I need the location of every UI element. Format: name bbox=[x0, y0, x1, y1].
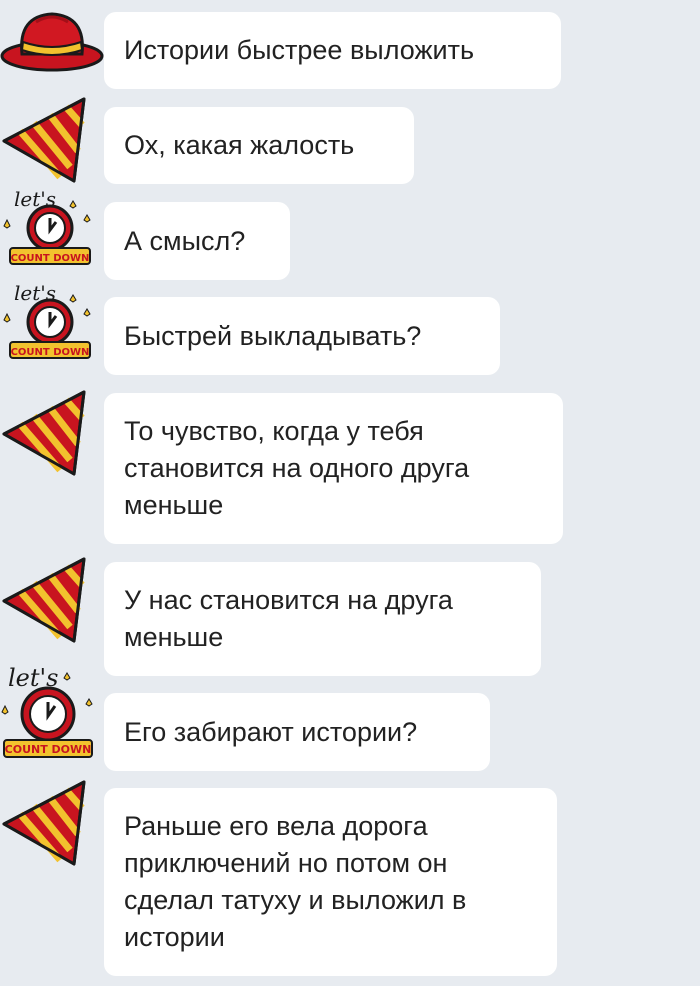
message-text: То чувство, когда у тебя становится на о… bbox=[124, 416, 470, 520]
message-bubble[interactable]: Ох, какая жалость bbox=[104, 107, 414, 184]
message-bubble[interactable]: Истории быстрее выложить bbox=[104, 12, 561, 89]
message-text: Его забирают истории? bbox=[124, 716, 418, 747]
message-text: Раньше его вела дорога приключений но по… bbox=[124, 811, 467, 952]
message-bubble[interactable]: У нас становится на друга меньше bbox=[104, 562, 541, 676]
party-streamer-icon bbox=[2, 780, 86, 866]
red-hat-icon bbox=[0, 12, 104, 72]
party-streamer-icon bbox=[2, 557, 86, 643]
countdown-clock-icon: let's COUNT DOWN bbox=[3, 281, 91, 359]
message-bubble[interactable]: Быстрей выкладывать? bbox=[104, 297, 500, 375]
message-bubble[interactable]: Раньше его вела дорога приключений но по… bbox=[104, 788, 557, 976]
message-text: Ох, какая жалость bbox=[124, 130, 355, 160]
countdown-clock-icon: let's COUNT DOWN bbox=[1, 664, 93, 758]
message-bubble[interactable]: То чувство, когда у тебя становится на о… bbox=[104, 393, 563, 544]
message-bubble[interactable]: Его забирают истории? bbox=[104, 693, 490, 771]
party-streamer-icon bbox=[2, 390, 86, 476]
message-text: У нас становится на друга меньше bbox=[124, 585, 453, 652]
message-text: Истории быстрее выложить bbox=[124, 35, 475, 65]
svg-text:COUNT DOWN: COUNT DOWN bbox=[11, 347, 90, 358]
countdown-clock-icon: let's COUNT DOWN bbox=[3, 187, 91, 265]
message-text: А смысл? bbox=[124, 225, 246, 256]
svg-text:COUNT DOWN: COUNT DOWN bbox=[5, 743, 92, 756]
message-text: Быстрей выкладывать? bbox=[124, 320, 422, 351]
party-streamer-icon bbox=[2, 97, 86, 183]
svg-text:COUNT DOWN: COUNT DOWN bbox=[11, 253, 90, 264]
message-bubble[interactable]: А смысл? bbox=[104, 202, 290, 280]
